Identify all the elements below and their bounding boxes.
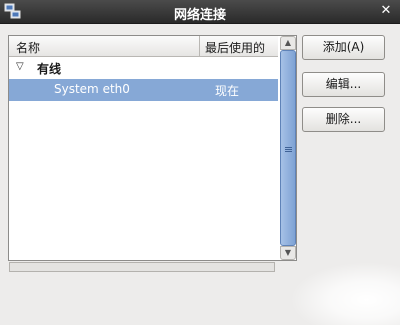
list-header: 名称 最后使用的 bbox=[9, 36, 278, 57]
close-icon[interactable]: ✕ bbox=[378, 3, 394, 19]
edit-button[interactable]: 编辑... bbox=[302, 72, 385, 97]
column-header-name[interactable]: 名称 bbox=[16, 39, 40, 56]
connections-list[interactable]: 名称 最后使用的 ▽ 有线 System eth0 现在 bbox=[8, 35, 297, 261]
column-divider[interactable] bbox=[199, 36, 200, 57]
glare-overlay bbox=[290, 262, 400, 325]
group-label: 有线 bbox=[37, 62, 62, 76]
expander-down-icon[interactable]: ▽ bbox=[16, 61, 24, 72]
grip-icon bbox=[285, 147, 292, 148]
window-title: 网络连接 bbox=[173, 8, 226, 23]
title-bar[interactable]: 网络连接 ✕ bbox=[0, 0, 400, 24]
add-button[interactable]: 添加(A) bbox=[302, 35, 385, 60]
connection-last-used: 现在 bbox=[215, 84, 240, 98]
column-header-last-used[interactable]: 最后使用的 bbox=[205, 39, 265, 56]
connection-row-system-eth0[interactable]: System eth0 现在 bbox=[9, 79, 278, 101]
connection-name: System eth0 bbox=[54, 82, 130, 96]
scroll-thumb[interactable] bbox=[280, 50, 296, 246]
delete-button[interactable]: 删除... bbox=[302, 107, 385, 132]
scroll-up-icon[interactable]: ▲ bbox=[280, 36, 296, 50]
horizontal-scrollbar[interactable] bbox=[9, 262, 275, 272]
vertical-scrollbar[interactable]: ▲ ▼ bbox=[280, 36, 296, 260]
scroll-down-icon[interactable]: ▼ bbox=[280, 246, 296, 260]
group-row-wired[interactable]: ▽ 有线 bbox=[9, 58, 278, 78]
network-connections-window: 网络连接 ✕ 名称 最后使用的 ▽ 有线 System eth0 现在 ▲ ▼ … bbox=[0, 0, 400, 325]
